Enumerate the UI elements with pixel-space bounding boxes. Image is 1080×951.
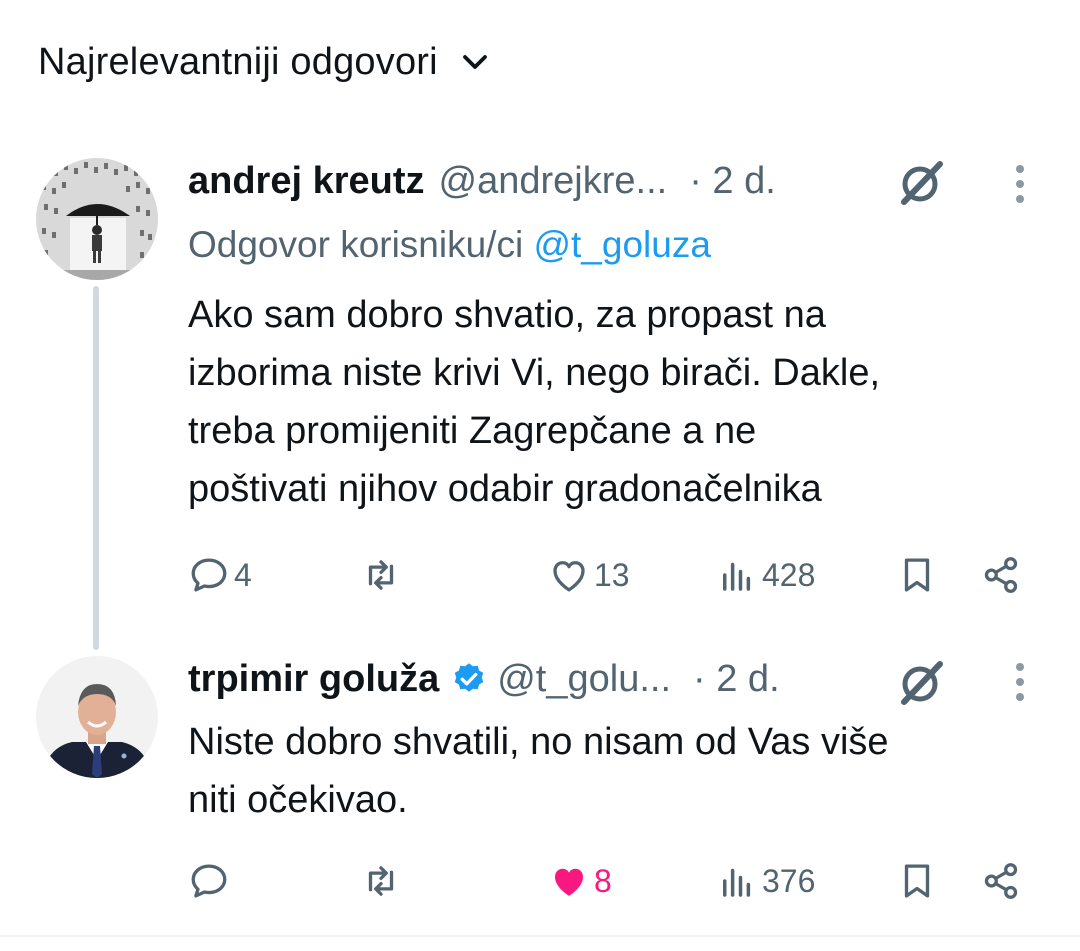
more-icon[interactable] <box>1013 662 1027 702</box>
tweet-time[interactable]: · 2 d. <box>689 160 776 203</box>
user-handle[interactable]: @t_golu... <box>497 658 671 701</box>
views-icon <box>723 562 751 591</box>
avatar-andrej[interactable] <box>36 158 158 280</box>
tweet-text: Niste dobro shvatili, no nisam od Vas vi… <box>188 713 1068 829</box>
like-count: 13 <box>594 556 630 593</box>
reply-context: Odgovor korisniku/ci @t_goluza <box>188 224 711 266</box>
reply-button[interactable]: 4 <box>188 554 252 596</box>
views-button[interactable]: 428 <box>716 554 815 596</box>
repost-icon <box>368 560 394 590</box>
avatar-trpimir[interactable] <box>36 656 158 778</box>
reply-prefix: Odgovor korisniku/ci <box>188 224 524 265</box>
bookmark-icon <box>904 558 930 592</box>
like-button[interactable]: 13 <box>548 554 630 596</box>
views-button[interactable]: 376 <box>716 860 815 902</box>
tweet-text: Ako sam dobro shvatio, za propast na izb… <box>188 286 1048 518</box>
reply-button[interactable] <box>188 860 234 902</box>
views-count: 428 <box>762 556 816 593</box>
thread-line <box>93 286 99 650</box>
reply-icon <box>191 864 227 898</box>
bookmark-icon <box>904 864 930 898</box>
repost-button[interactable] <box>360 554 406 596</box>
tweet-header: trpimir goluža @t_golu... · 2 d. <box>188 654 780 704</box>
user-handle[interactable]: @andrejkre... <box>439 160 668 203</box>
heart-filled-icon <box>555 868 583 896</box>
bookmark-button[interactable] <box>896 554 938 596</box>
tweet-header: andrej kreutz @andrejkre... · 2 d. <box>188 156 776 206</box>
reply-mention-link[interactable]: @t_goluza <box>533 224 710 265</box>
like-count: 8 <box>594 862 612 899</box>
display-name[interactable]: andrej kreutz <box>188 160 425 203</box>
grok-icon[interactable] <box>896 658 946 708</box>
share-icon <box>984 863 1018 899</box>
reply-count: 4 <box>234 556 252 593</box>
repost-button[interactable] <box>360 860 406 902</box>
chevron-down-icon[interactable] <box>460 47 490 77</box>
views-count: 376 <box>762 862 816 899</box>
bookmark-button[interactable] <box>896 860 938 902</box>
like-button[interactable]: 8 <box>548 860 612 902</box>
tweet-line: Ako sam dobro shvatio, za propast na <box>188 294 826 336</box>
display-name[interactable]: trpimir goluža <box>188 658 439 701</box>
reply-icon <box>191 558 227 592</box>
grok-icon[interactable] <box>896 158 946 208</box>
divider <box>0 935 1080 937</box>
share-icon <box>984 557 1018 593</box>
tweet-line: izborima niste krivi Vi, nego birači. Da… <box>188 352 881 394</box>
sort-title: Najrelevantniji odgovori <box>38 40 438 83</box>
heart-icon <box>553 561 585 592</box>
share-button[interactable] <box>980 860 1022 902</box>
tweet-time[interactable]: · 2 d. <box>693 658 780 701</box>
share-button[interactable] <box>980 554 1022 596</box>
verified-badge-icon[interactable] <box>451 661 487 697</box>
tweet-line: treba promijeniti Zagrepčane a ne <box>188 410 757 452</box>
views-icon <box>723 868 751 897</box>
tweet-line: poštivati njihov odabir gradonačelnika <box>188 468 822 510</box>
more-icon[interactable] <box>1013 164 1027 204</box>
tweet-line: Niste dobro shvatili, no nisam od Vas vi… <box>188 721 889 763</box>
repost-icon <box>368 866 394 896</box>
replies-sort-header[interactable]: Najrelevantniji odgovori <box>38 38 490 86</box>
tweet-line: niti očekivao. <box>188 779 408 821</box>
